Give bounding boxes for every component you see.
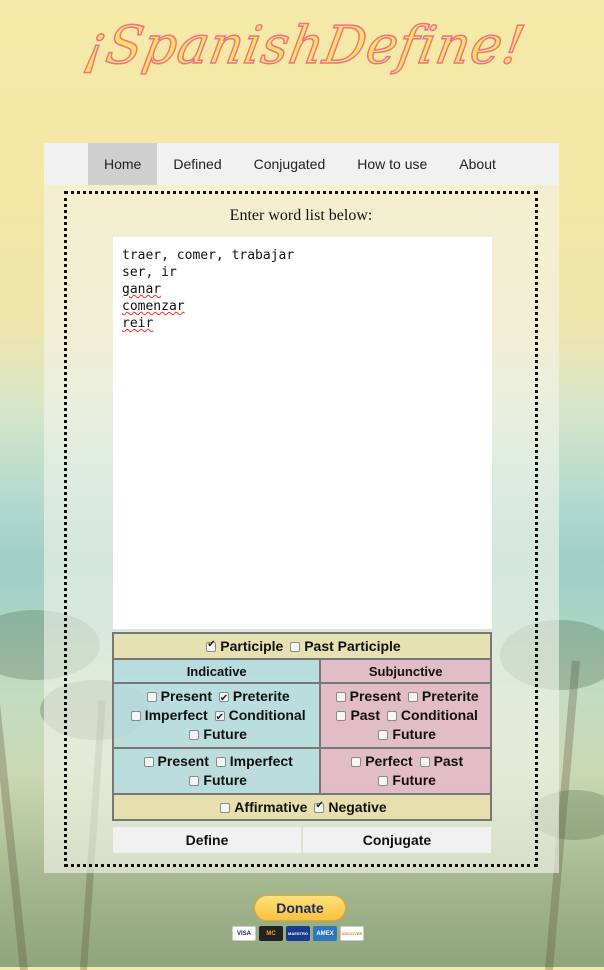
visa-card-icon: VISA (232, 926, 256, 941)
ind-future-checkbox[interactable] (189, 730, 200, 740)
participle-label: Participle (220, 638, 284, 654)
sub-future-label: Future (392, 726, 436, 742)
conjugate-button[interactable]: Conjugate (303, 827, 491, 853)
sub-past-checkbox[interactable] (336, 711, 347, 721)
ind-conditional-checkbox[interactable] (214, 708, 225, 727)
word-list-line: ser, ir (122, 265, 177, 280)
sub-perfect-future-label: Future (392, 772, 436, 788)
ind-preterite-checkbox[interactable] (218, 689, 229, 708)
action-buttons: Define Conjugate (113, 827, 491, 853)
discover-card-icon: DISCOVER (340, 926, 364, 941)
participle-checkbox[interactable] (206, 639, 217, 652)
nav-item-conjugated[interactable]: Conjugated (238, 143, 342, 185)
word-list-line: reir (122, 316, 154, 331)
palm-trunk (0, 641, 28, 970)
amex-card-icon: AMEX (313, 926, 337, 941)
negative-label: Negative (328, 799, 387, 815)
maestro-card-icon: MAESTRO (286, 926, 310, 941)
nav-item-home[interactable]: Home (88, 143, 158, 185)
ind-perfect-present-checkbox[interactable] (143, 757, 154, 767)
sub-future-checkbox[interactable] (378, 730, 389, 740)
ind-perfect-imperfect-label: Imperfect (229, 753, 293, 769)
sub-preterite-label: Preterite (421, 688, 479, 704)
indicative-simple-cell: Present Preterite Imperfect Conditional … (111, 682, 322, 749)
sub-preterite-checkbox[interactable] (407, 692, 418, 702)
nav-item-about[interactable]: About (443, 143, 512, 185)
ind-perfect-future-label: Future (203, 772, 247, 788)
word-list-line: ganar (122, 282, 162, 297)
indicative-perfect-cell: Present Imperfect Future (111, 747, 322, 795)
subjunctive-perfect-cell: Perfect Past Future (319, 747, 492, 795)
sub-perfect-perfect-label: Perfect (365, 753, 413, 769)
conjugation-options: Participle Past Participle Indicative Su… (111, 632, 492, 821)
affirmative-checkbox[interactable] (220, 803, 231, 813)
define-button[interactable]: Define (113, 827, 301, 853)
subjunctive-simple-cell: Present Preterite Past Conditional Futur… (319, 682, 492, 749)
sub-conditional-checkbox[interactable] (386, 711, 397, 721)
sub-perfect-future-checkbox[interactable] (378, 776, 389, 786)
mood-row: Affirmative Negative (112, 793, 492, 821)
word-list-prompt: Enter word list below: (229, 207, 373, 224)
participle-row: Participle Past Participle (112, 632, 492, 660)
sub-past-label: Past (350, 707, 381, 723)
ind-perfect-present-label: Present (157, 753, 209, 769)
nav-item-defined[interactable]: Defined (157, 143, 237, 185)
sub-conditional-label: Conditional (400, 707, 478, 723)
past-participle-checkbox[interactable] (290, 642, 301, 652)
affirmative-label: Affirmative (234, 799, 308, 815)
ind-perfect-imperfect-checkbox[interactable] (215, 757, 226, 767)
payment-cards: VISA MC MAESTRO AMEX DISCOVER (232, 926, 364, 941)
ind-preterite-label: Preterite (232, 688, 290, 704)
word-list-line: traer, comer, trabajar (122, 248, 295, 263)
ind-imperfect-label: Imperfect (144, 707, 208, 723)
sub-present-checkbox[interactable] (335, 692, 346, 702)
donate-button[interactable]: Donate (254, 895, 346, 921)
mastercard-icon: MC (259, 926, 283, 941)
word-list-line: comenzar (122, 299, 185, 314)
ind-present-label: Present (160, 688, 212, 704)
site-logo[interactable]: ¡SpanishDefine! (79, 2, 531, 90)
sub-perfect-past-label: Past (433, 753, 464, 769)
sub-present-label: Present (349, 688, 401, 704)
indicative-header: Indicative (111, 658, 322, 684)
past-participle-label: Past Participle (304, 638, 401, 654)
nav-bar: Home Defined Conjugated How to use About (44, 143, 559, 185)
nav-item-how-to-use[interactable]: How to use (341, 143, 443, 185)
word-list-textarea[interactable]: traer, comer, trabajar ser, ir ganar comenz… (113, 237, 492, 629)
sub-perfect-perfect-checkbox[interactable] (351, 757, 362, 767)
ind-perfect-future-checkbox[interactable] (189, 776, 200, 786)
negative-checkbox[interactable] (314, 800, 325, 813)
subjunctive-header: Subjunctive (319, 658, 492, 684)
ind-future-label: Future (203, 726, 247, 742)
sub-perfect-past-checkbox[interactable] (419, 757, 430, 767)
ind-imperfect-checkbox[interactable] (130, 711, 141, 721)
ind-present-checkbox[interactable] (146, 692, 157, 702)
ind-conditional-label: Conditional (228, 707, 306, 723)
